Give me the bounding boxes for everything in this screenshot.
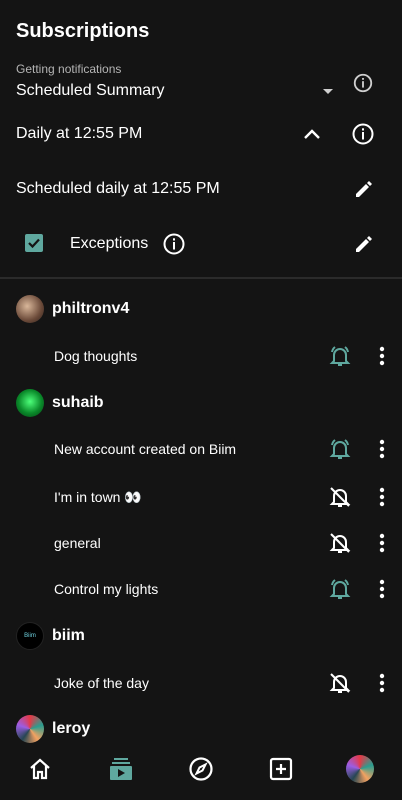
more-options-icon[interactable] xyxy=(372,437,392,461)
topic-name[interactable]: Joke of the day xyxy=(54,675,149,691)
avatar xyxy=(16,295,44,323)
add-icon[interactable] xyxy=(267,755,295,783)
bell-off-icon[interactable] xyxy=(328,485,352,509)
exceptions-info-icon[interactable] xyxy=(162,232,186,256)
notifications-label: Getting notifications xyxy=(16,62,122,76)
more-options-icon[interactable] xyxy=(372,671,392,695)
edit-schedule-icon[interactable] xyxy=(352,177,376,201)
topic-name[interactable]: general xyxy=(54,535,101,551)
bell-off-icon[interactable] xyxy=(328,671,352,695)
explore-icon[interactable] xyxy=(187,755,215,783)
more-options-icon[interactable] xyxy=(372,344,392,368)
topic-name[interactable]: Control my lights xyxy=(54,581,158,597)
group-name: leroy xyxy=(52,720,91,737)
schedule-info-icon[interactable] xyxy=(351,122,375,146)
group-name: suhaib xyxy=(52,394,104,411)
dropdown-arrow-icon xyxy=(323,89,333,94)
avatar xyxy=(16,715,44,743)
schedule-summary: Daily at 12:55 PM xyxy=(16,125,143,142)
bell-active-icon[interactable] xyxy=(328,577,352,601)
profile-avatar[interactable] xyxy=(346,755,374,783)
notification-mode-select[interactable]: Scheduled Summary xyxy=(16,80,336,104)
scheduled-time-text: Scheduled daily at 12:55 PM xyxy=(16,180,220,197)
exceptions-label: Exceptions xyxy=(70,235,149,252)
group-header[interactable]: suhaib xyxy=(16,389,104,417)
exceptions-checkbox[interactable] xyxy=(25,234,43,252)
topic-name[interactable]: Dog thoughts xyxy=(54,348,137,364)
bell-active-icon[interactable] xyxy=(328,344,352,368)
avatar: Biim xyxy=(16,622,44,650)
notification-mode-value: Scheduled Summary xyxy=(16,82,165,99)
topic-name[interactable]: New account created on Biim xyxy=(54,441,236,457)
bell-active-icon[interactable] xyxy=(328,437,352,461)
avatar-logo-text: Biim xyxy=(24,633,36,639)
mode-info-icon[interactable] xyxy=(351,71,375,95)
group-header[interactable]: philtronv4 xyxy=(16,295,129,323)
avatar xyxy=(16,389,44,417)
bell-off-icon[interactable] xyxy=(328,531,352,555)
topic-name[interactable]: I'm in town 👀 xyxy=(54,489,142,506)
collapse-chevron-icon[interactable] xyxy=(300,122,324,146)
section-divider xyxy=(0,277,402,279)
more-options-icon[interactable] xyxy=(372,577,392,601)
edit-exceptions-icon[interactable] xyxy=(352,232,376,256)
more-options-icon[interactable] xyxy=(372,485,392,509)
bottom-navigation xyxy=(0,745,402,800)
group-header[interactable]: Biim biim xyxy=(16,622,85,650)
more-options-icon[interactable] xyxy=(372,531,392,555)
group-name: biim xyxy=(52,627,85,644)
group-name: philtronv4 xyxy=(52,300,130,317)
page-title: Subscriptions xyxy=(16,20,150,42)
home-icon[interactable] xyxy=(26,755,54,783)
group-header[interactable]: leroy xyxy=(16,715,90,743)
subscriptions-icon[interactable] xyxy=(107,755,135,783)
